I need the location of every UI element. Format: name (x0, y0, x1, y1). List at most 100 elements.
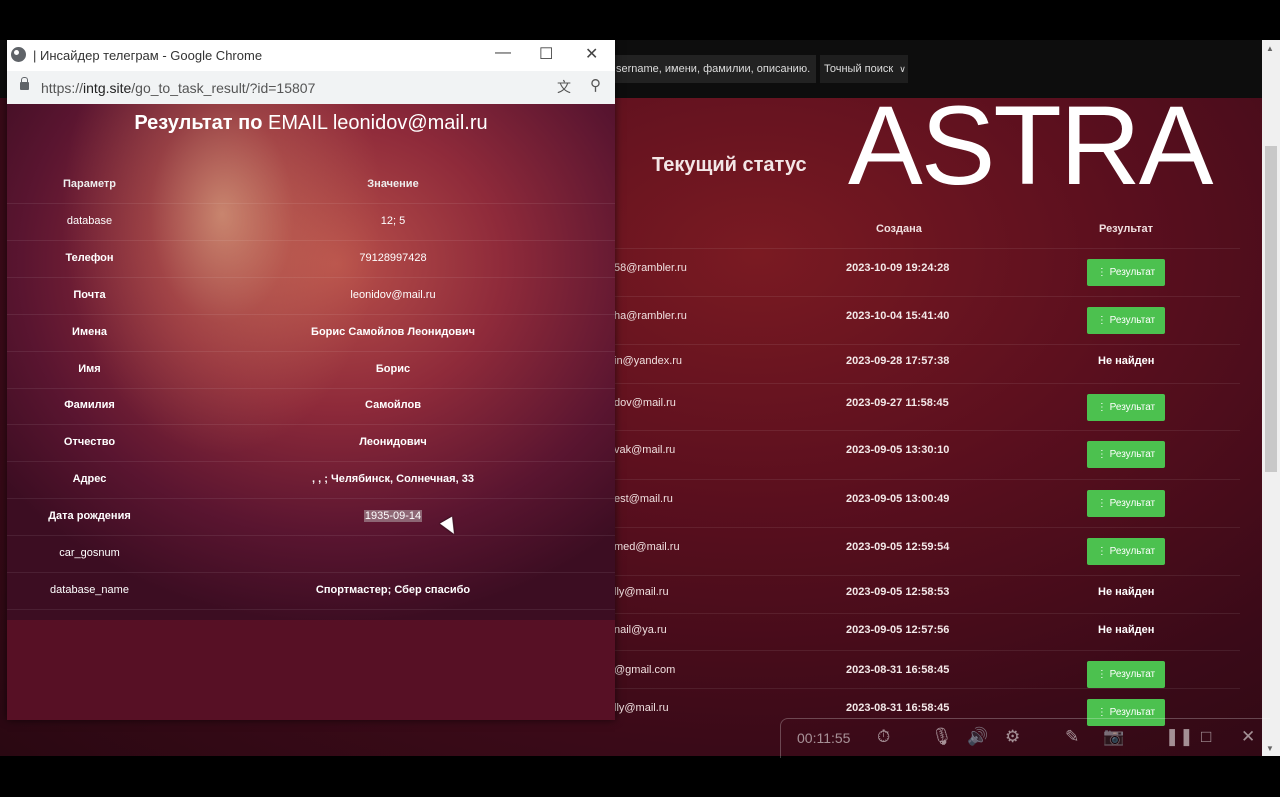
url-path: /go_to_task_result/?id=15807 (131, 80, 316, 96)
result-title: Результат по EMAIL leonidov@mail.ru (7, 112, 615, 135)
result-row-key: Имя (78, 363, 101, 375)
maximize-icon[interactable]: ☐ (539, 44, 553, 64)
task-created-date: 2023-10-04 15:41:40 (846, 310, 950, 322)
result-button[interactable]: ⋮ Результат (1087, 490, 1165, 517)
screen: sername, имени, фамилии, описанию. Точны… (0, 0, 1280, 797)
result-row: Адрес , , ; Челябинск, Солнечная, 33 (7, 462, 615, 499)
page-scrollbar[interactable]: ▲ ▼ (1262, 40, 1280, 756)
result-row-value: leonidov@mail.ru (350, 289, 436, 301)
result-row: database 12; 5 (7, 204, 615, 241)
task-email: dov@mail.ru (614, 397, 676, 409)
result-row: car_gosnum (7, 536, 615, 573)
result-row-key: Адрес (72, 473, 107, 485)
task-row: 58@rambler.ru 2023-10-09 19:24:28 ⋮ Резуль… (612, 248, 1240, 294)
result-title-prefix: Результат по (134, 112, 263, 134)
status-title: Текущий статус (652, 154, 807, 176)
task-row: med@mail.ru 2023-09-05 12:59:54 ⋮ Результа… (612, 527, 1240, 573)
camera-icon[interactable]: 📷 (1103, 727, 1124, 747)
close-icon[interactable]: ✕ (585, 44, 598, 64)
result-table-header: Параметр Значение (7, 167, 615, 204)
result-button[interactable]: ⋮ Результат (1087, 307, 1165, 334)
task-row: vak@mail.ru 2023-09-05 13:30:10 ⋮ Результа… (612, 430, 1240, 476)
result-button[interactable]: ⋮ Результат (1087, 538, 1165, 565)
result-row-key: car_gosnum (59, 547, 120, 559)
speaker-icon[interactable]: 🔊 (967, 727, 988, 747)
task-email: lly@mail.ru (614, 586, 669, 598)
task-email: 58@rambler.ru (614, 262, 687, 274)
search-input[interactable]: sername, имени, фамилии, описанию. (612, 55, 816, 83)
result-button[interactable]: ⋮ Результат (1087, 394, 1165, 421)
task-email: ha@rambler.ru (614, 310, 687, 322)
zoom-icon[interactable]: ⚲ (590, 76, 601, 94)
astra-logo: ASTRA (848, 83, 1213, 208)
result-row-key: Отчество (63, 436, 116, 448)
url-prefix: https:// (41, 80, 84, 96)
lock-icon (20, 77, 29, 90)
search-mode-select[interactable]: Точный поиск ∨ (820, 55, 908, 83)
selected-text: 1935-09-14 (363, 510, 423, 522)
not-found-label: Не найден (1098, 355, 1155, 367)
task-created-date: 2023-10-09 19:24:28 (846, 262, 950, 274)
chrome-popup-window: | Инсайдер телеграм - Google Chrome — ☐ … (7, 40, 615, 720)
timer-icon[interactable]: ⏱ (877, 727, 890, 747)
microphone-icon[interactable]: 🎙 (931, 727, 953, 747)
column-header-result: Результат (1099, 223, 1154, 235)
task-created-date: 2023-09-28 17:57:38 (846, 355, 950, 367)
task-email: lly@mail.ru (614, 702, 669, 714)
recorder-toolbar: 00:11:55 ⏱ 🎙 🔊 ⚙ ✎ 📷 ❚❚ □ ✕ (780, 718, 1270, 758)
close-recorder-icon[interactable]: ✕ (1241, 727, 1255, 747)
result-row-key: database (66, 215, 113, 227)
result-row-key: Имена (72, 326, 107, 338)
result-row-value: , , ; Челябинск, Солнечная, 33 (312, 473, 474, 485)
task-row: est@mail.ru 2023-09-05 13:00:49 ⋮ Результа… (612, 479, 1240, 525)
result-button[interactable]: ⋮ Результат (1087, 259, 1165, 286)
task-created-date: 2023-09-05 13:30:10 (846, 444, 950, 456)
task-created-date: 2023-08-31 16:58:45 (846, 664, 950, 676)
window-title-bar[interactable]: | Инсайдер телеграм - Google Chrome — ☐ … (7, 40, 615, 71)
task-created-date: 2023-09-05 12:57:56 (846, 624, 950, 636)
result-row-value: Леонидович (359, 436, 427, 448)
result-row: Дата рождения 1935-09-14 (7, 499, 615, 536)
globe-icon (11, 47, 26, 62)
result-row: database_name Спортмастер; Сбер спасибо (7, 573, 615, 610)
pen-icon[interactable]: ✎ (1065, 727, 1079, 747)
result-row-value: Борис Самойлов Леонидович (311, 326, 475, 338)
task-created-date: 2023-09-05 12:58:53 (846, 586, 950, 598)
result-title-query: EMAIL leonidov@mail.ru (267, 112, 488, 134)
stop-icon[interactable]: □ (1201, 727, 1211, 747)
result-row: Отчество Леонидович (7, 425, 615, 462)
pause-icon[interactable]: ❚❚ (1165, 727, 1194, 747)
result-row-key: Телефон (65, 252, 114, 264)
scroll-up-icon[interactable]: ▲ (1266, 44, 1274, 53)
result-row-key: database_name (50, 584, 129, 596)
result-row: Имена Борис Самойлов Леонидович (7, 315, 615, 352)
url-text[interactable]: https://intg.site/go_to_task_result/?id=… (41, 80, 315, 96)
result-row: Фамилия Самойлов (7, 388, 615, 425)
chevron-down-icon: ∨ (899, 64, 906, 74)
scrollbar-thumb[interactable] (1265, 146, 1277, 472)
task-email: nail@ya.ru (614, 624, 667, 636)
result-button[interactable]: ⋮ Результат (1087, 441, 1165, 468)
task-email: in@yandex.ru (614, 355, 683, 367)
header-value: Значение (367, 178, 419, 190)
search-mode-label: Точный поиск (824, 63, 894, 75)
minimize-icon[interactable]: — (495, 44, 511, 62)
result-row: Телефон 79128997428 (7, 241, 615, 278)
task-created-date: 2023-08-31 16:58:45 (846, 702, 950, 714)
address-bar[interactable]: https://intg.site/go_to_task_result/?id=… (7, 71, 615, 104)
window-title: | Инсайдер телеграм - Google Chrome (33, 48, 263, 63)
result-row-key: Почта (73, 289, 106, 301)
task-email: est@mail.ru (614, 493, 673, 505)
result-row-value: Самойлов (365, 399, 421, 411)
task-created-date: 2023-09-05 13:00:49 (846, 493, 950, 505)
result-button[interactable]: ⋮ Результат (1087, 661, 1165, 688)
settings-icon[interactable]: ⚙ (1005, 727, 1020, 747)
column-header-created: Создана (876, 223, 922, 235)
result-row-value: Спортмастер; Сбер спасибо (315, 584, 471, 596)
result-row-value: 1935-09-14 (207, 510, 579, 522)
result-row-value: 12; 5 (380, 215, 406, 227)
translate-icon[interactable]: 文 (557, 77, 571, 97)
url-domain: intg.site (83, 80, 132, 96)
task-email: vak@mail.ru (614, 444, 676, 456)
task-row: dov@mail.ru 2023-09-27 11:58:45 ⋮ Результа… (612, 383, 1240, 429)
